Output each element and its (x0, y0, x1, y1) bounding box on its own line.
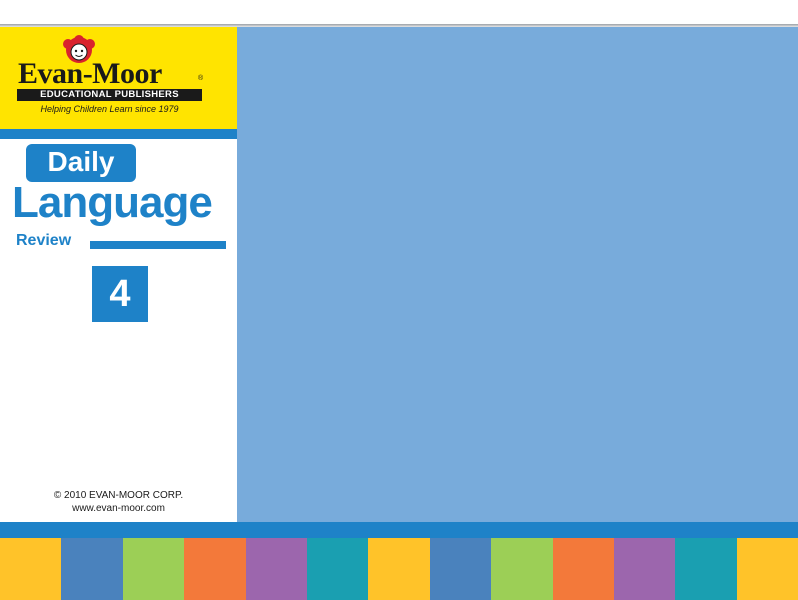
logo-panel[interactable]: Evan-Moor ® EDUCATIONAL PUBLISHERS Helpi… (0, 27, 237, 129)
sidebar: Evan-Moor ® EDUCATIONAL PUBLISHERS Helpi… (0, 27, 237, 522)
color-swatch (429, 538, 492, 600)
title-language: Language (12, 178, 213, 227)
publisher-label: EDUCATIONAL PUBLISHERS (17, 89, 202, 101)
color-swatch (552, 538, 614, 600)
color-swatch (245, 538, 307, 600)
color-swatch (736, 538, 798, 600)
color-swatch (613, 538, 676, 600)
registered-mark: ® (198, 75, 204, 82)
content-area[interactable] (237, 27, 798, 522)
title-underline (90, 241, 226, 249)
color-swatch (491, 538, 553, 600)
color-swatch (0, 538, 62, 600)
color-swatch (306, 538, 369, 600)
website-link[interactable]: www.evan-moor.com (0, 502, 237, 515)
color-stripe (0, 538, 798, 600)
color-swatch (122, 538, 185, 600)
color-swatch (184, 538, 246, 600)
grade-badge: 4 (92, 266, 148, 322)
color-swatch (675, 538, 737, 600)
title-divider (0, 129, 237, 139)
footer-bar (0, 522, 798, 538)
copyright-text: © 2010 EVAN-MOOR CORP. (53, 490, 184, 501)
app-window: Evan-Moor ® EDUCATIONAL PUBLISHERS Helpi… (0, 0, 798, 600)
logo-tagline: Helping Children Learn since 1979 (40, 104, 179, 114)
color-swatch (368, 538, 430, 600)
title-review: Review (16, 232, 72, 249)
logo-wordmark: Evan-Moor (18, 57, 162, 90)
color-swatch (61, 538, 123, 600)
